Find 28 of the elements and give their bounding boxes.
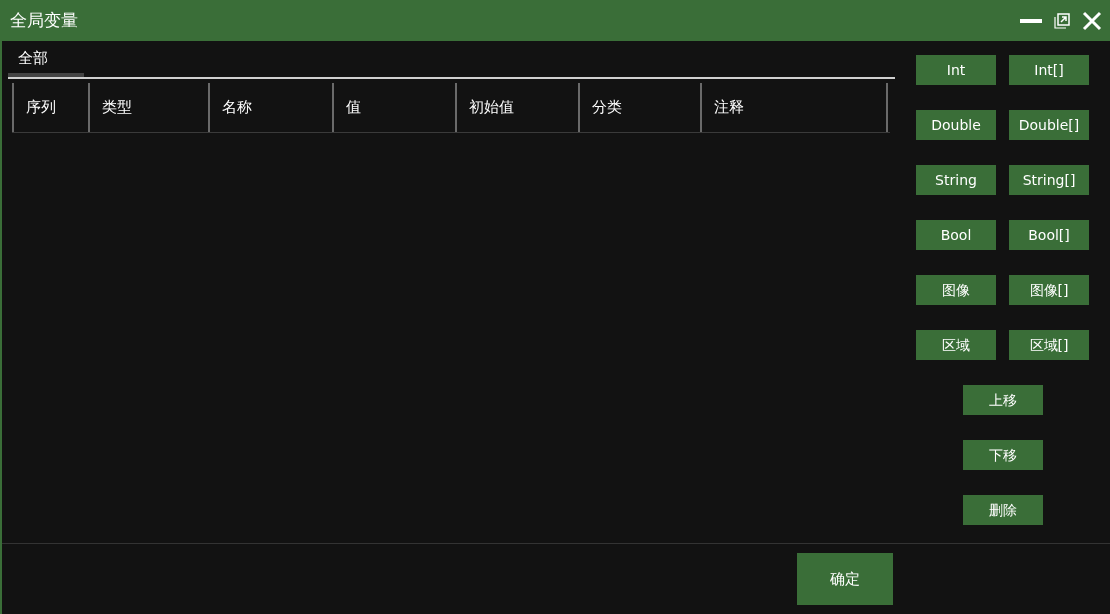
action-button[interactable]: 下移 xyxy=(962,440,1043,470)
tab[interactable]: 全部 xyxy=(8,44,84,77)
close-icon[interactable] xyxy=(1082,10,1102,31)
type-button[interactable]: String xyxy=(916,165,996,195)
window-title: 全局变量 xyxy=(10,8,79,32)
restore-icon[interactable] xyxy=(1054,12,1070,29)
type-button[interactable]: 区域 xyxy=(916,330,996,360)
minimize-icon[interactable] xyxy=(1020,18,1042,23)
action-button[interactable]: 删除 xyxy=(962,495,1043,525)
column-header[interactable]: 序列 xyxy=(12,83,88,132)
type-button[interactable]: Bool xyxy=(916,220,996,250)
column-header[interactable]: 注释 xyxy=(700,83,888,132)
type-button[interactable]: Double xyxy=(916,110,996,140)
column-header[interactable]: 初始值 xyxy=(455,83,578,132)
type-button[interactable]: Double[] xyxy=(1009,110,1089,140)
column-header[interactable]: 值 xyxy=(332,83,455,132)
column-header[interactable]: 分类 xyxy=(578,83,700,132)
type-button[interactable]: Int[] xyxy=(1009,55,1089,85)
confirm-button[interactable]: 确定 xyxy=(797,553,893,605)
column-header[interactable]: 类型 xyxy=(88,83,208,132)
type-button[interactable]: Int xyxy=(916,55,996,85)
action-button[interactable]: 上移 xyxy=(962,385,1043,415)
type-button[interactable]: Bool[] xyxy=(1009,220,1089,250)
type-button[interactable]: 图像 xyxy=(916,275,996,305)
column-header[interactable]: 名称 xyxy=(208,83,332,132)
type-button[interactable]: 区域[] xyxy=(1009,330,1089,360)
type-button[interactable]: String[] xyxy=(1009,165,1089,195)
type-button[interactable]: 图像[] xyxy=(1009,275,1089,305)
